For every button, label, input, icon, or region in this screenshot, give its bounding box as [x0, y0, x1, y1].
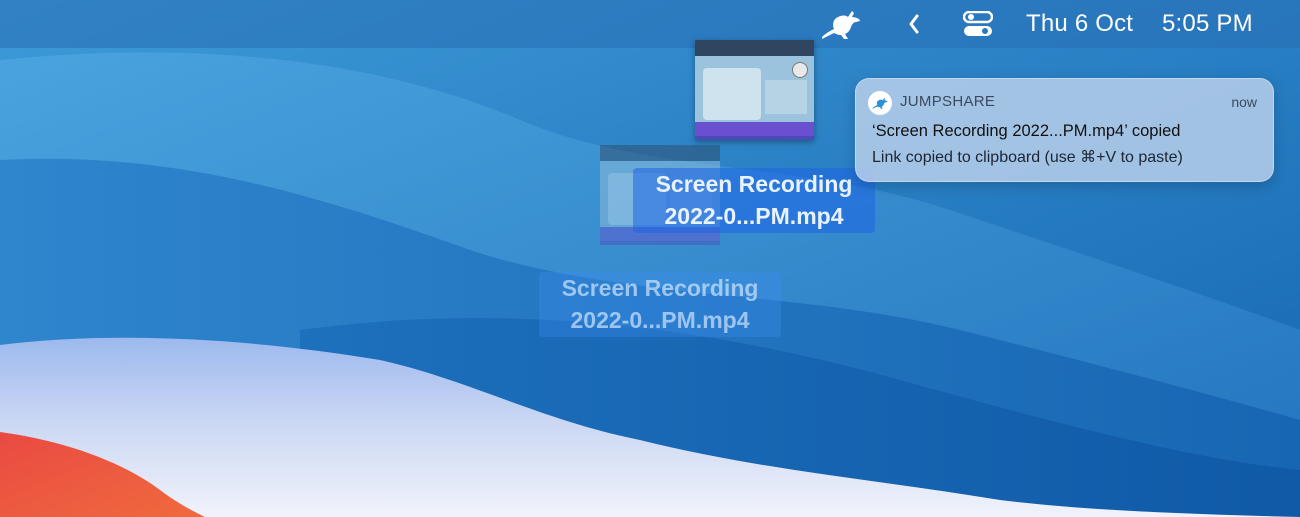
jumpshare-notification[interactable]: JUMPSHARE now ‘Screen Recording 2022...P…: [855, 78, 1274, 182]
control-center-icon[interactable]: [960, 0, 996, 48]
menubar-time[interactable]: 5:05 PM: [1162, 0, 1253, 48]
notification-title: ‘Screen Recording 2022...PM.mp4’ copied: [872, 122, 1181, 140]
ghost-label-line1: Screen Recording: [561, 275, 759, 301]
menu-bar: Thu 6 Oct 5:05 PM: [0, 0, 1300, 48]
notification-time: now: [1231, 94, 1257, 110]
ghost-label-line2: 2022-0...PM.mp4: [570, 307, 750, 333]
dragged-file-thumbnail[interactable]: [695, 40, 814, 140]
kangaroo-icon: [822, 11, 860, 39]
jumpshare-kangaroo-icon[interactable]: [818, 0, 868, 48]
notification-body: Link copied to clipboard (use ⌘+V to pas…: [872, 149, 1183, 166]
file-label-ghost: Screen Recording 2022-0...PM.mp4: [539, 272, 781, 337]
menubar-date[interactable]: Thu 6 Oct: [1026, 0, 1133, 48]
jumpshare-app-icon: [868, 91, 892, 115]
file-label-line1: Screen Recording: [655, 171, 853, 197]
chevron-left-icon[interactable]: [900, 0, 928, 48]
dragged-file-label[interactable]: Screen Recording 2022-0...PM.mp4: [633, 168, 875, 233]
file-label-line2: 2022-0...PM.mp4: [664, 203, 844, 229]
notification-app-name: JUMPSHARE: [900, 93, 996, 110]
